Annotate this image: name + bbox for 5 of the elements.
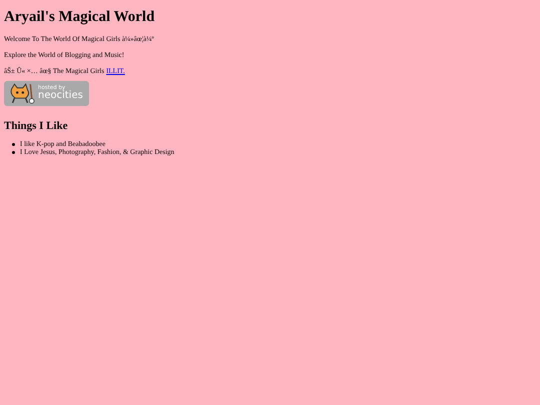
page-title: Aryail's Magical World (4, 8, 156, 26)
bullet-icon (12, 150, 15, 154)
badge-brand: neocities (38, 91, 83, 102)
bullet-icon (12, 143, 15, 146)
section-heading: Things I Like (4, 120, 69, 133)
